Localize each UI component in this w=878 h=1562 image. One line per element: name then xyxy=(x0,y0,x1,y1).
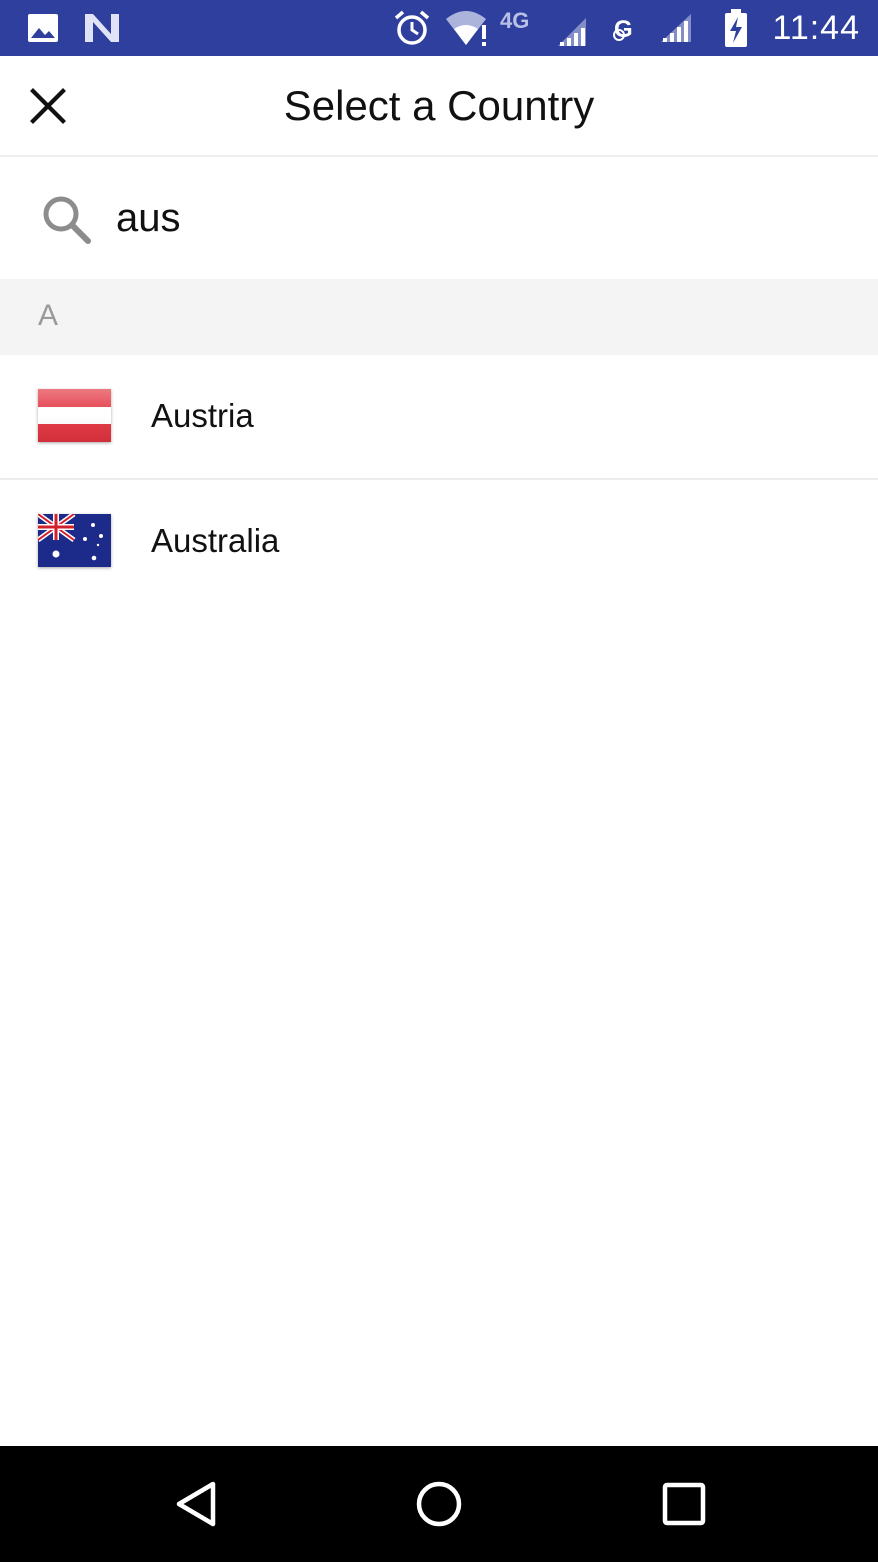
recents-icon xyxy=(661,1481,707,1527)
australia-flag-icon xyxy=(36,511,111,567)
page-title: Select a Country xyxy=(283,82,595,129)
n-app-icon xyxy=(82,8,122,48)
status-time: 11:44 xyxy=(772,9,860,47)
signal-4g-icon: 4G xyxy=(498,8,590,48)
recents-button[interactable] xyxy=(654,1474,714,1534)
battery-charging-icon xyxy=(722,8,750,48)
search-icon xyxy=(40,193,94,247)
search-input[interactable] xyxy=(116,185,836,251)
list-item-australia[interactable]: Australia xyxy=(0,480,878,603)
section-letter: A xyxy=(38,299,59,332)
search-bar xyxy=(0,157,878,279)
signal-icon xyxy=(658,8,694,48)
list-item-austria[interactable]: Austria xyxy=(0,355,878,480)
network-label: 4G xyxy=(500,8,529,33)
austria-flag-icon xyxy=(38,389,111,442)
country-name: Austria xyxy=(151,397,254,434)
wifi-alert-icon xyxy=(444,8,490,48)
alarm-icon xyxy=(392,8,432,48)
navigation-bar xyxy=(0,1446,878,1562)
back-icon xyxy=(171,1479,221,1529)
home-button[interactable] xyxy=(409,1474,469,1534)
home-icon xyxy=(414,1479,464,1529)
country-name: Australia xyxy=(151,522,280,559)
app-bar: Select a Country xyxy=(0,56,878,157)
gallery-icon xyxy=(26,8,60,48)
back-button[interactable] xyxy=(166,1474,226,1534)
section-header: A xyxy=(0,279,878,355)
g-signal-icon: G xyxy=(612,8,644,48)
status-bar: 4G G 11:44 xyxy=(0,0,878,56)
